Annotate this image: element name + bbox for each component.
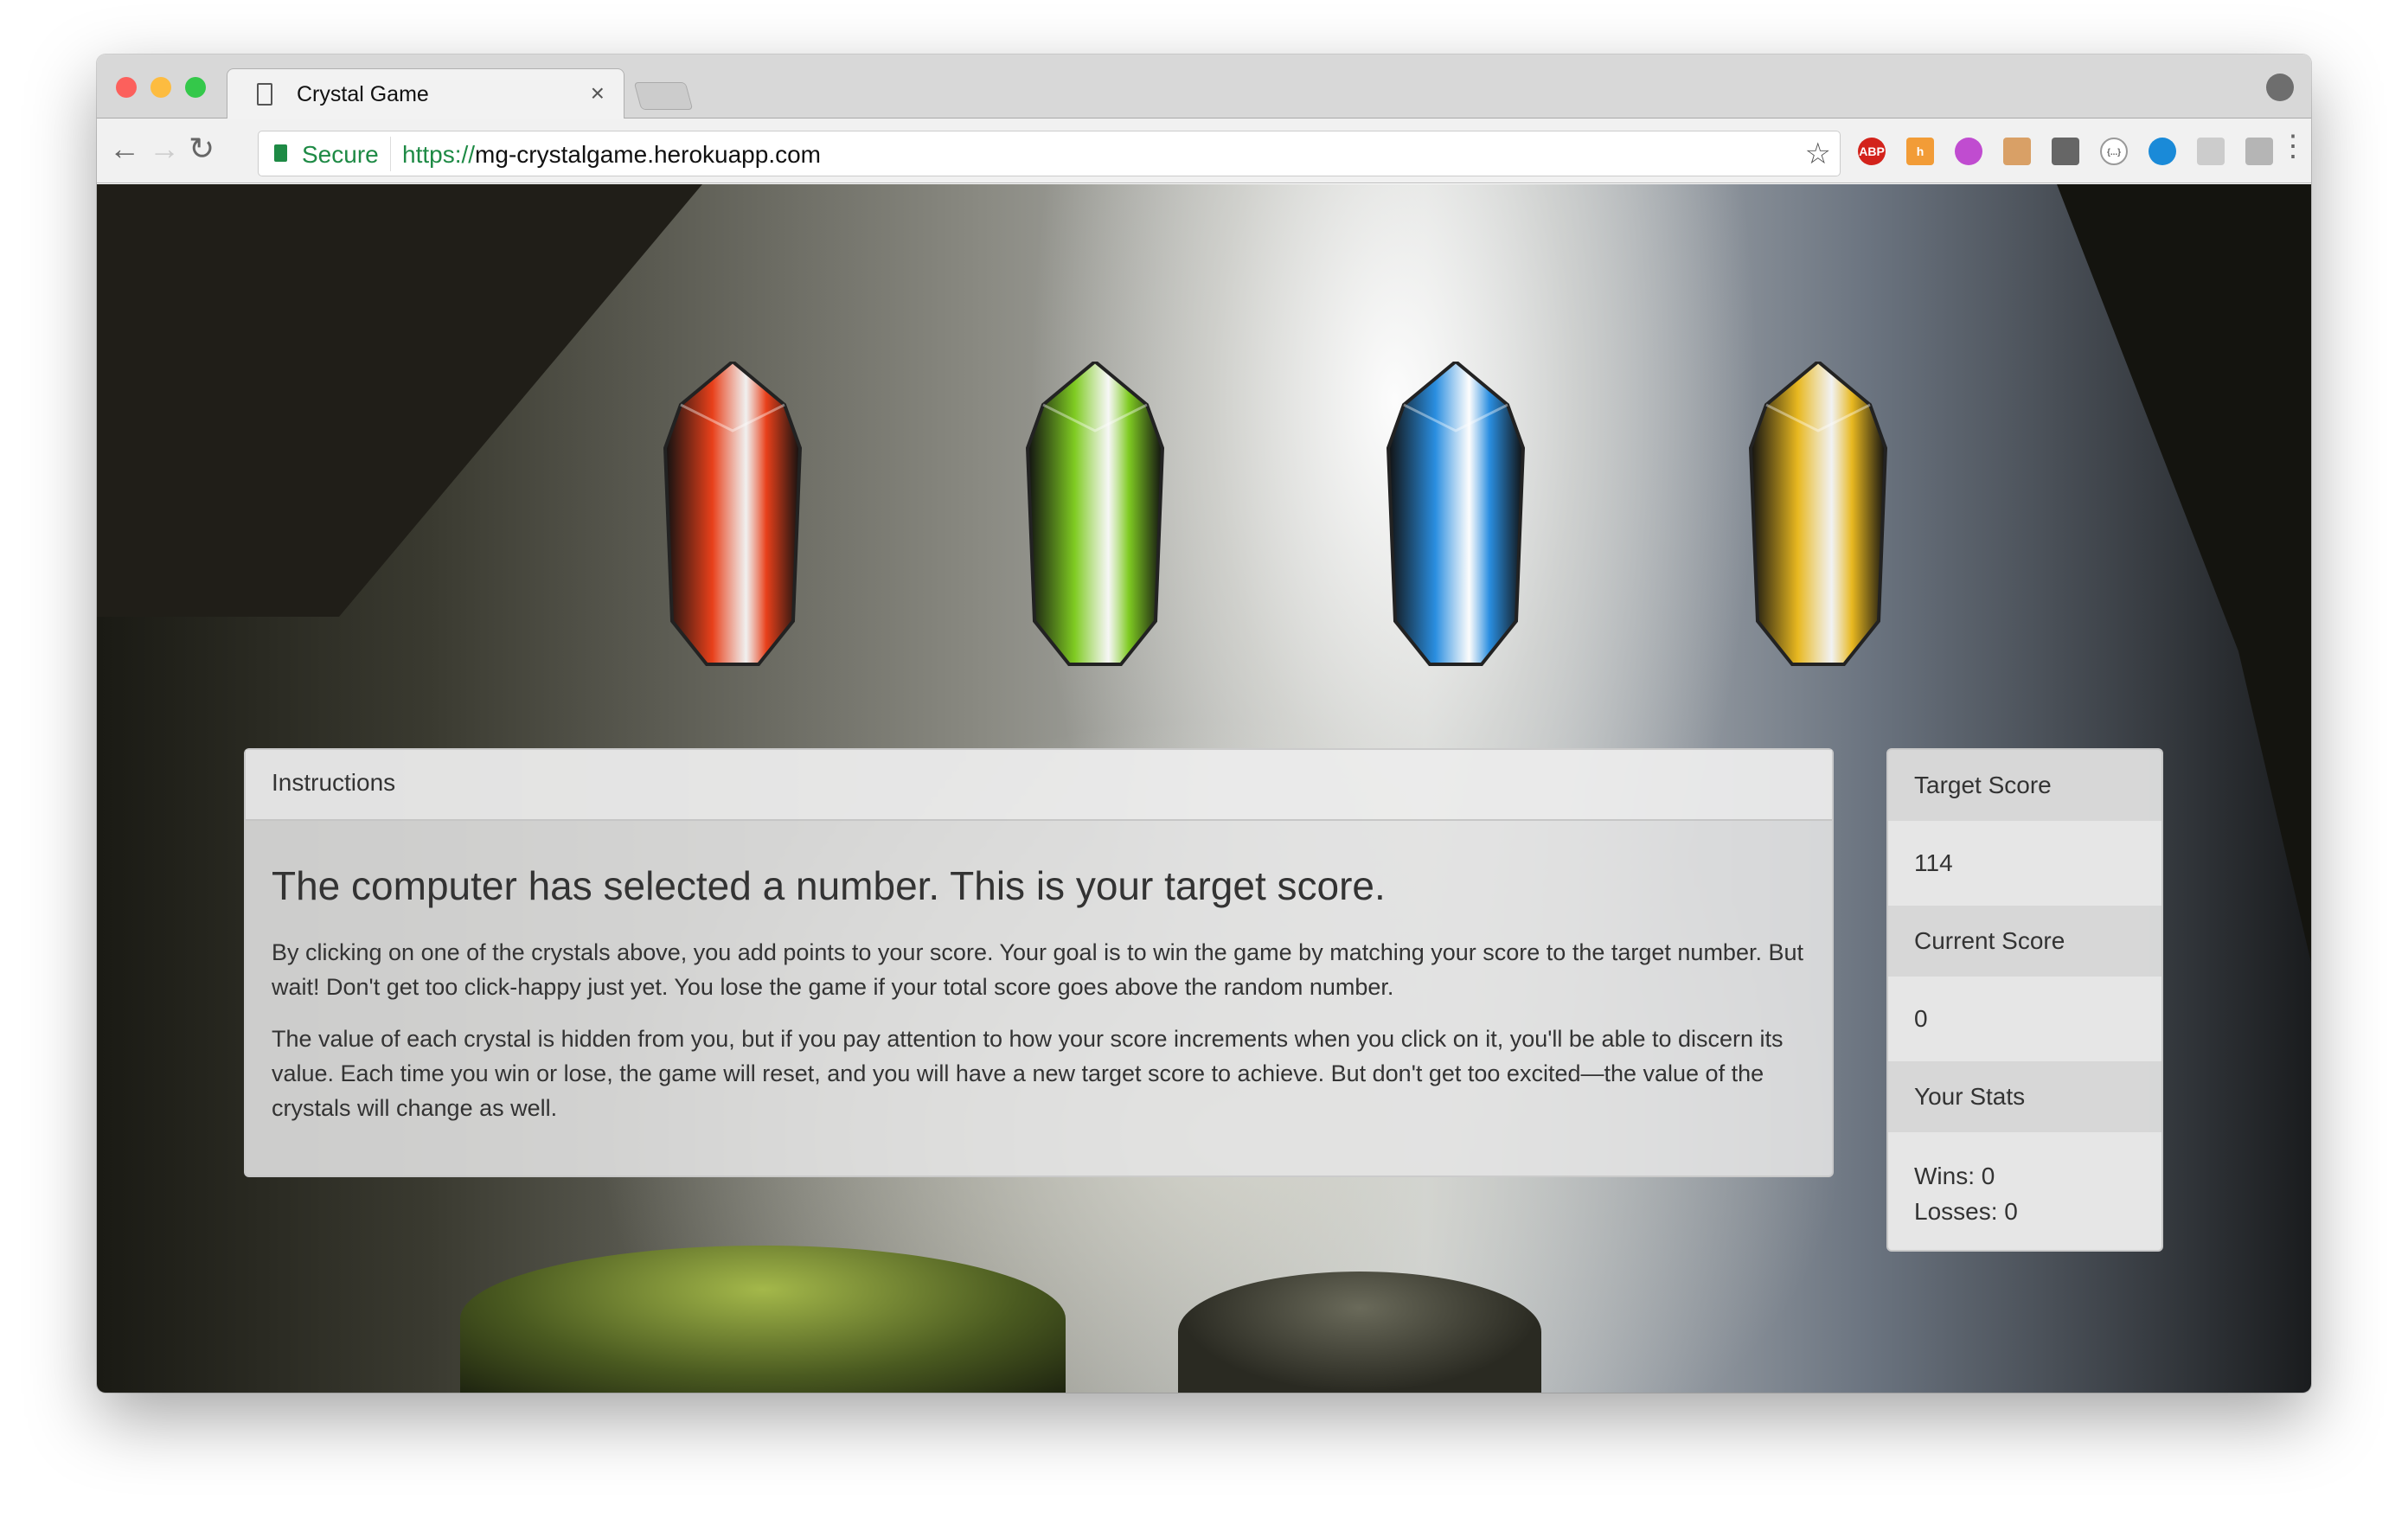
stats-panel: Target Score 114 Current Score 0 Your St… bbox=[1886, 748, 2163, 1252]
mossy-rock bbox=[460, 1246, 1066, 1393]
maximize-window-button[interactable] bbox=[185, 77, 206, 98]
browser-window: Crystal Game × ← → ↻ Secure https://mg-c… bbox=[97, 54, 2311, 1393]
page-icon bbox=[257, 83, 272, 106]
instructions-paragraph: By clicking on one of the crystals above… bbox=[272, 939, 1803, 1000]
cave-rock bbox=[97, 184, 702, 617]
instructions-heading: The computer has selected a number. This… bbox=[272, 863, 1386, 908]
crystal-blue[interactable] bbox=[1386, 359, 1526, 669]
json-viewer-extension-icon[interactable]: {...} bbox=[2100, 138, 2128, 165]
url-text[interactable]: https://mg-crystalgame.herokuapp.com bbox=[402, 141, 821, 169]
rock-pillar bbox=[1178, 1272, 1541, 1393]
tab-crystal-game[interactable]: Crystal Game × bbox=[227, 68, 624, 119]
tab-bar: Crystal Game × bbox=[97, 54, 2311, 119]
dropbox-extension-icon[interactable] bbox=[2197, 138, 2225, 165]
instructions-header: Instructions bbox=[246, 750, 1832, 821]
losses-count: Losses: 0 bbox=[1914, 1198, 2018, 1225]
url-host: mg-crystalgame.herokuapp.com bbox=[475, 141, 821, 168]
vue-devtools-extension-icon[interactable] bbox=[2149, 138, 2176, 165]
tab-title: Crystal Game bbox=[297, 82, 429, 106]
secure-label: Secure bbox=[302, 141, 379, 168]
crystal-yellow-icon bbox=[1748, 359, 1888, 666]
game-page: Instructions The computer has selected a… bbox=[97, 184, 2311, 1393]
color-picker-extension-icon[interactable] bbox=[1955, 138, 1982, 165]
crystal-red[interactable] bbox=[663, 359, 803, 669]
honey-extension-icon[interactable]: h bbox=[1906, 138, 1934, 165]
close-tab-icon[interactable]: × bbox=[591, 80, 605, 107]
wins-count: Wins: 0 bbox=[1914, 1163, 1995, 1189]
instructions-paragraph: The value of each crystal is hidden from… bbox=[272, 1026, 1784, 1121]
adblock-plus-extension-icon[interactable]: ABP bbox=[1858, 138, 1886, 165]
minimize-window-button[interactable] bbox=[150, 77, 171, 98]
ruler-extension-icon[interactable] bbox=[2003, 138, 2031, 165]
pocket-extension-icon[interactable] bbox=[2052, 138, 2079, 165]
reload-icon[interactable]: ↻ bbox=[189, 131, 215, 167]
current-score-label: Current Score bbox=[1888, 906, 2161, 977]
address-bar[interactable]: Secure https://mg-crystalgame.herokuapp.… bbox=[258, 131, 1841, 176]
react-devtools-extension-icon[interactable] bbox=[2245, 138, 2273, 165]
profile-icon[interactable] bbox=[2266, 74, 2294, 101]
bookmark-star-icon[interactable]: ☆ bbox=[1805, 137, 1831, 171]
close-window-button[interactable] bbox=[116, 77, 137, 98]
url-scheme: https:// bbox=[402, 141, 476, 168]
target-score-value: 114 bbox=[1888, 821, 2161, 906]
your-stats-label: Your Stats bbox=[1888, 1061, 2161, 1132]
current-score-value: 0 bbox=[1888, 977, 2161, 1061]
lock-icon bbox=[274, 144, 287, 162]
new-tab-button[interactable] bbox=[633, 82, 694, 110]
crystal-green[interactable] bbox=[1025, 359, 1165, 669]
crystal-red-icon bbox=[663, 359, 803, 666]
crystal-yellow[interactable] bbox=[1748, 359, 1888, 669]
instructions-panel: Instructions The computer has selected a… bbox=[244, 748, 1834, 1177]
crystal-blue-icon bbox=[1386, 359, 1526, 666]
toolbar: ← → ↻ Secure https://mg-crystalgame.hero… bbox=[97, 119, 2311, 183]
forward-icon[interactable]: → bbox=[149, 131, 180, 167]
back-icon[interactable]: ← bbox=[109, 131, 140, 167]
crystal-green-icon bbox=[1025, 359, 1165, 666]
target-score-label: Target Score bbox=[1888, 750, 2161, 821]
divider bbox=[390, 137, 391, 171]
menu-icon[interactable]: ⋮ bbox=[2278, 129, 2308, 163]
